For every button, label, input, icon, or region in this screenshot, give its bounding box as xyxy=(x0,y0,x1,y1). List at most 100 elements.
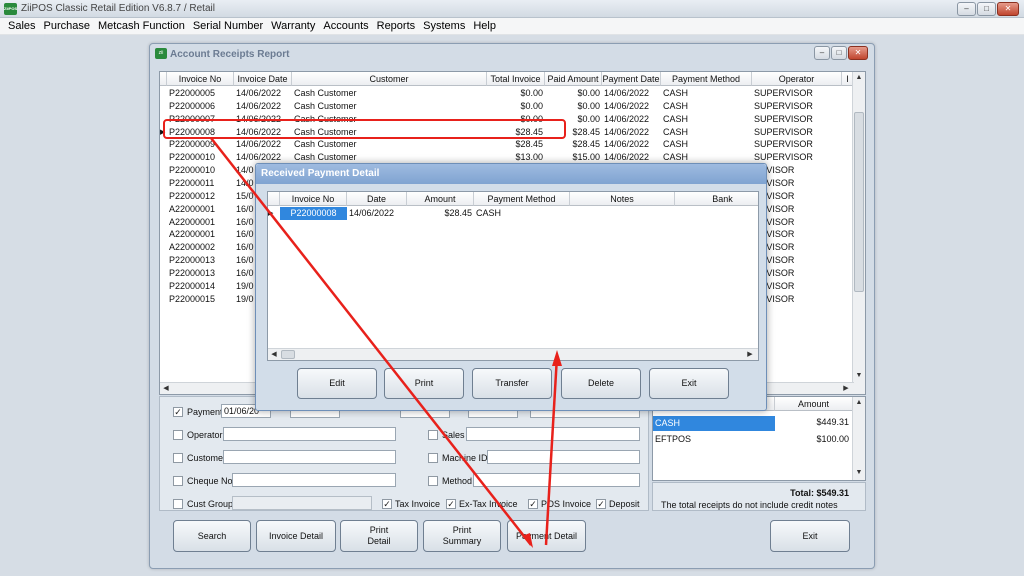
scroll-down-icon[interactable]: ▼ xyxy=(853,467,865,479)
dialog-col-header-amount[interactable]: Amount xyxy=(407,192,474,206)
machine-id-checkbox[interactable] xyxy=(428,453,438,463)
method-input[interactable] xyxy=(473,473,640,487)
menu-serial-number[interactable]: Serial Number xyxy=(189,18,267,34)
cheque-no-checkbox[interactable] xyxy=(173,476,183,486)
payment-checkbox[interactable]: ✓ xyxy=(173,407,183,417)
table-cell[interactable]: P22000010 xyxy=(167,151,234,164)
dialog-edit-button[interactable]: Edit xyxy=(297,368,377,399)
table-cell[interactable]: $28.45 xyxy=(545,126,602,139)
menu-warranty[interactable]: Warranty xyxy=(267,18,319,34)
dialog-table-cell[interactable] xyxy=(570,207,675,220)
print-detail-button[interactable]: Print Detail xyxy=(340,520,418,552)
scroll-left-icon[interactable]: ◀ xyxy=(160,383,172,394)
dialog-horizontal-scrollbar[interactable]: ◀ ▶ xyxy=(268,348,758,360)
customer-checkbox[interactable] xyxy=(173,453,183,463)
table-cell[interactable]: 14/06/2022 xyxy=(234,126,292,139)
window-maximize-icon[interactable]: □ xyxy=(831,46,847,60)
menu-reports[interactable]: Reports xyxy=(373,18,420,34)
menu-metcash-function[interactable]: Metcash Function xyxy=(94,18,189,34)
sales-checkbox[interactable] xyxy=(428,430,438,440)
window-minimize-icon[interactable]: – xyxy=(814,46,830,60)
table-cell[interactable]: 14/06/2022 xyxy=(234,138,292,151)
table-cell[interactable]: P22000008 xyxy=(167,126,234,139)
cheque-no-input[interactable] xyxy=(232,473,396,487)
scroll-thumb[interactable] xyxy=(854,112,864,292)
maximize-icon[interactable]: □ xyxy=(977,2,996,16)
table-cell[interactable]: A22000001 xyxy=(167,228,234,241)
window-close-icon[interactable]: ✕ xyxy=(848,46,868,60)
dialog-table-cell[interactable] xyxy=(675,207,758,220)
customer-input[interactable] xyxy=(223,450,396,464)
menu-accounts[interactable]: Accounts xyxy=(319,18,372,34)
scroll-left-icon[interactable]: ◀ xyxy=(268,349,280,360)
table-cell[interactable]: $0.00 xyxy=(487,113,545,126)
menu-systems[interactable]: Systems xyxy=(419,18,469,34)
table-cell[interactable]: CASH xyxy=(661,138,752,151)
dialog-exit-button[interactable]: Exit xyxy=(649,368,729,399)
table-cell[interactable]: A22000001 xyxy=(167,203,234,216)
receipts-vertical-scrollbar[interactable]: ▲ ▼ xyxy=(852,72,865,394)
summary-row-method[interactable]: CASH xyxy=(653,416,775,431)
dialog-col-header-invoice-no[interactable]: Invoice No xyxy=(280,192,347,206)
table-cell[interactable]: $0.00 xyxy=(545,113,602,126)
dialog-col-header-date[interactable]: Date xyxy=(347,192,407,206)
summary-scrollbar[interactable]: ▲ ▼ xyxy=(852,397,865,480)
table-cell[interactable]: SUPERVISOR xyxy=(752,113,842,126)
table-cell[interactable]: Cash Customer xyxy=(292,126,487,139)
menu-purchase[interactable]: Purchase xyxy=(40,18,94,34)
table-cell[interactable]: CASH xyxy=(661,126,752,139)
close-icon[interactable]: ✕ xyxy=(997,2,1019,16)
summary-row-amount[interactable]: $100.00 xyxy=(777,433,851,446)
table-cell[interactable]: SUPERVISOR xyxy=(752,100,842,113)
print-summary-button[interactable]: Print Summary xyxy=(423,520,501,552)
machine-id-input[interactable] xyxy=(487,450,640,464)
table-cell[interactable]: P22000014 xyxy=(167,280,234,293)
col-header-invoice-date[interactable]: Invoice Date xyxy=(234,72,292,86)
scroll-up-icon[interactable]: ▲ xyxy=(853,397,865,409)
table-cell[interactable]: P22000009 xyxy=(167,138,234,151)
summary-row-method[interactable]: EFTPOS xyxy=(653,433,773,446)
cust-group-input[interactable] xyxy=(232,496,372,510)
table-cell[interactable]: P22000013 xyxy=(167,254,234,267)
table-cell[interactable]: 14/06/2022 xyxy=(602,113,661,126)
table-cell[interactable]: A22000002 xyxy=(167,241,234,254)
scroll-down-icon[interactable]: ▼ xyxy=(853,370,865,382)
col-header-payment-date[interactable]: Payment Date xyxy=(602,72,661,86)
dialog-delete-button[interactable]: Delete xyxy=(561,368,641,399)
operator-checkbox[interactable] xyxy=(173,430,183,440)
table-cell[interactable]: 14/06/2022 xyxy=(602,100,661,113)
cust-group-checkbox[interactable] xyxy=(173,499,183,509)
table-cell[interactable]: P22000012 xyxy=(167,190,234,203)
payment-detail-button[interactable]: Payment Detail xyxy=(507,520,586,552)
minimize-icon[interactable]: – xyxy=(957,2,976,16)
payment-detail-table[interactable]: Invoice No Date Amount Payment Method Notes B… xyxy=(267,191,759,361)
scroll-right-icon[interactable]: ▶ xyxy=(744,349,756,360)
table-cell[interactable]: $28.45 xyxy=(487,126,545,139)
tax-invoice-checkbox[interactable]: ✓ xyxy=(382,499,392,509)
table-cell[interactable]: Cash Customer xyxy=(292,87,487,100)
dialog-transfer-button[interactable]: Transfer xyxy=(472,368,552,399)
dialog-col-header-notes[interactable]: Notes xyxy=(570,192,675,206)
invoice-detail-button[interactable]: Invoice Detail xyxy=(256,520,336,552)
table-cell[interactable]: Cash Customer xyxy=(292,138,487,151)
table-cell[interactable]: CASH xyxy=(661,100,752,113)
ex-tax-invoice-checkbox[interactable]: ✓ xyxy=(446,499,456,509)
col-header-paid-amount[interactable]: Paid Amount xyxy=(545,72,602,86)
sales-input[interactable] xyxy=(466,427,640,441)
table-cell[interactable]: 14/06/2022 xyxy=(602,87,661,100)
table-cell[interactable]: 14/06/2022 xyxy=(602,138,661,151)
dialog-scroll-thumb[interactable] xyxy=(281,350,295,359)
table-cell[interactable]: SUPERVISOR xyxy=(752,151,842,164)
table-cell[interactable]: Cash Customer xyxy=(292,100,487,113)
dialog-table-cell[interactable]: $28.45 xyxy=(407,207,474,220)
col-header-payment-method[interactable]: Payment Method xyxy=(661,72,752,86)
table-cell[interactable]: CASH xyxy=(661,113,752,126)
table-cell[interactable]: P22000006 xyxy=(167,100,234,113)
table-cell[interactable]: P22000007 xyxy=(167,113,234,126)
exit-button[interactable]: Exit xyxy=(770,520,850,552)
dialog-table-cell[interactable]: CASH xyxy=(474,207,570,220)
table-cell[interactable]: CASH xyxy=(661,87,752,100)
table-cell[interactable]: P22000010 xyxy=(167,164,234,177)
dialog-table-cell[interactable]: P22000008 xyxy=(280,207,347,220)
table-cell[interactable]: SUPERVISOR xyxy=(752,126,842,139)
